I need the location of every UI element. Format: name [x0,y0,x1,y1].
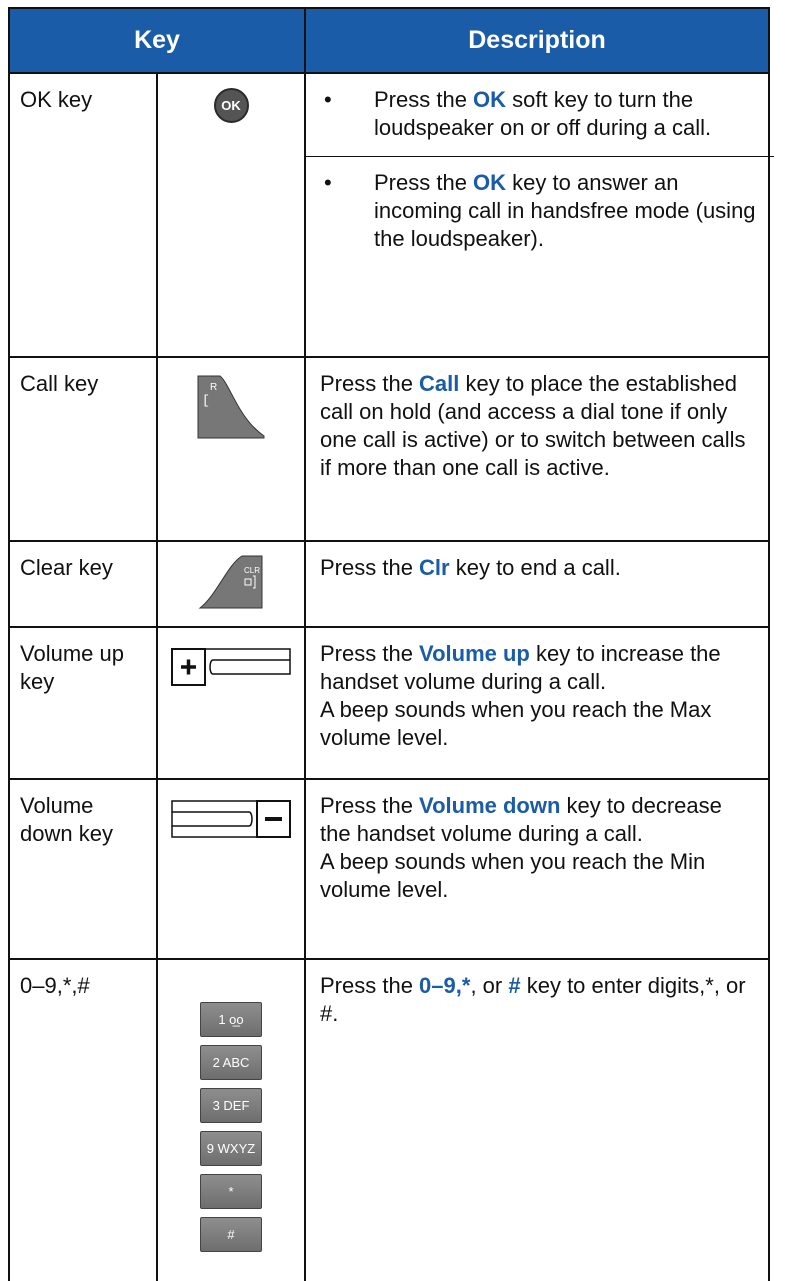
call-key-icon: R [ [197,375,265,439]
table-row: Volume down key Press the Volume down ke… [8,778,770,960]
key-hash-icon: # [200,1217,262,1252]
header-key: Key [8,7,306,74]
svg-text:CLR: CLR [244,566,260,575]
key-name: 0–9,*,# [20,973,90,998]
key-name-cell: OK key [8,72,158,358]
clear-key-icon: CLR [198,555,263,609]
description-text: Press the Clr key to end a call. [320,555,621,580]
key-1-icon: 1 ᴏ̲ᴏ [200,1002,262,1037]
table-row: Call key R [ Press the Call key to place… [8,356,770,542]
svg-text:R: R [210,382,217,393]
bullet-item: • Press the OK key to answer an incoming… [324,170,756,251]
ok-key-icon: OK [213,88,249,123]
key-star-icon: * [200,1174,262,1209]
key-name: Call key [20,371,99,396]
key-2-icon: 2 ABC [200,1045,262,1080]
svg-text:[: [ [202,393,210,408]
table-row: Clear key CLR Press the Clr key to end a… [8,540,770,628]
key-3-icon: 3 DEF [200,1088,262,1123]
volume-up-key-icon [171,648,291,686]
key-name: Clear key [20,555,113,580]
description-text: Press the Volume down key to decrease th… [320,793,722,902]
key-name: Volume up key [20,641,124,694]
volume-down-key-icon [171,800,291,838]
description-text: Press the Volume up key to increase the … [320,641,721,750]
key-icon-cell: OK [156,72,306,358]
key-name: Volume down key [20,793,113,846]
table-header: Key Description [8,7,770,74]
keys-table: Key Description OK key OK • Press the OK… [8,7,774,1281]
divider [306,156,774,157]
header-description: Description [304,7,770,74]
key-name: OK key [20,87,93,112]
description-cell: • Press the OK soft key to turn the loud… [304,72,774,358]
table-row: 0–9,*,# 1 ᴏ̲ᴏ 2 ABC 3 DEF 9 WXYZ * # Pre… [8,958,770,1281]
key-9-icon: 9 WXYZ [200,1131,262,1166]
description-text: Press the 0–9,*, or # key to enter digit… [320,973,746,1026]
keypad-keys-icon: 1 ᴏ̲ᴏ 2 ABC 3 DEF 9 WXYZ * # [156,958,306,1281]
table-row: Volume up key Press the Volume up key to… [8,626,770,780]
bullet-item: • Press the OK soft key to turn the loud… [324,87,712,140]
description-text: Press the Call key to place the establis… [320,371,746,480]
table-row: OK key OK • Press the OK soft key to tur… [8,72,774,358]
